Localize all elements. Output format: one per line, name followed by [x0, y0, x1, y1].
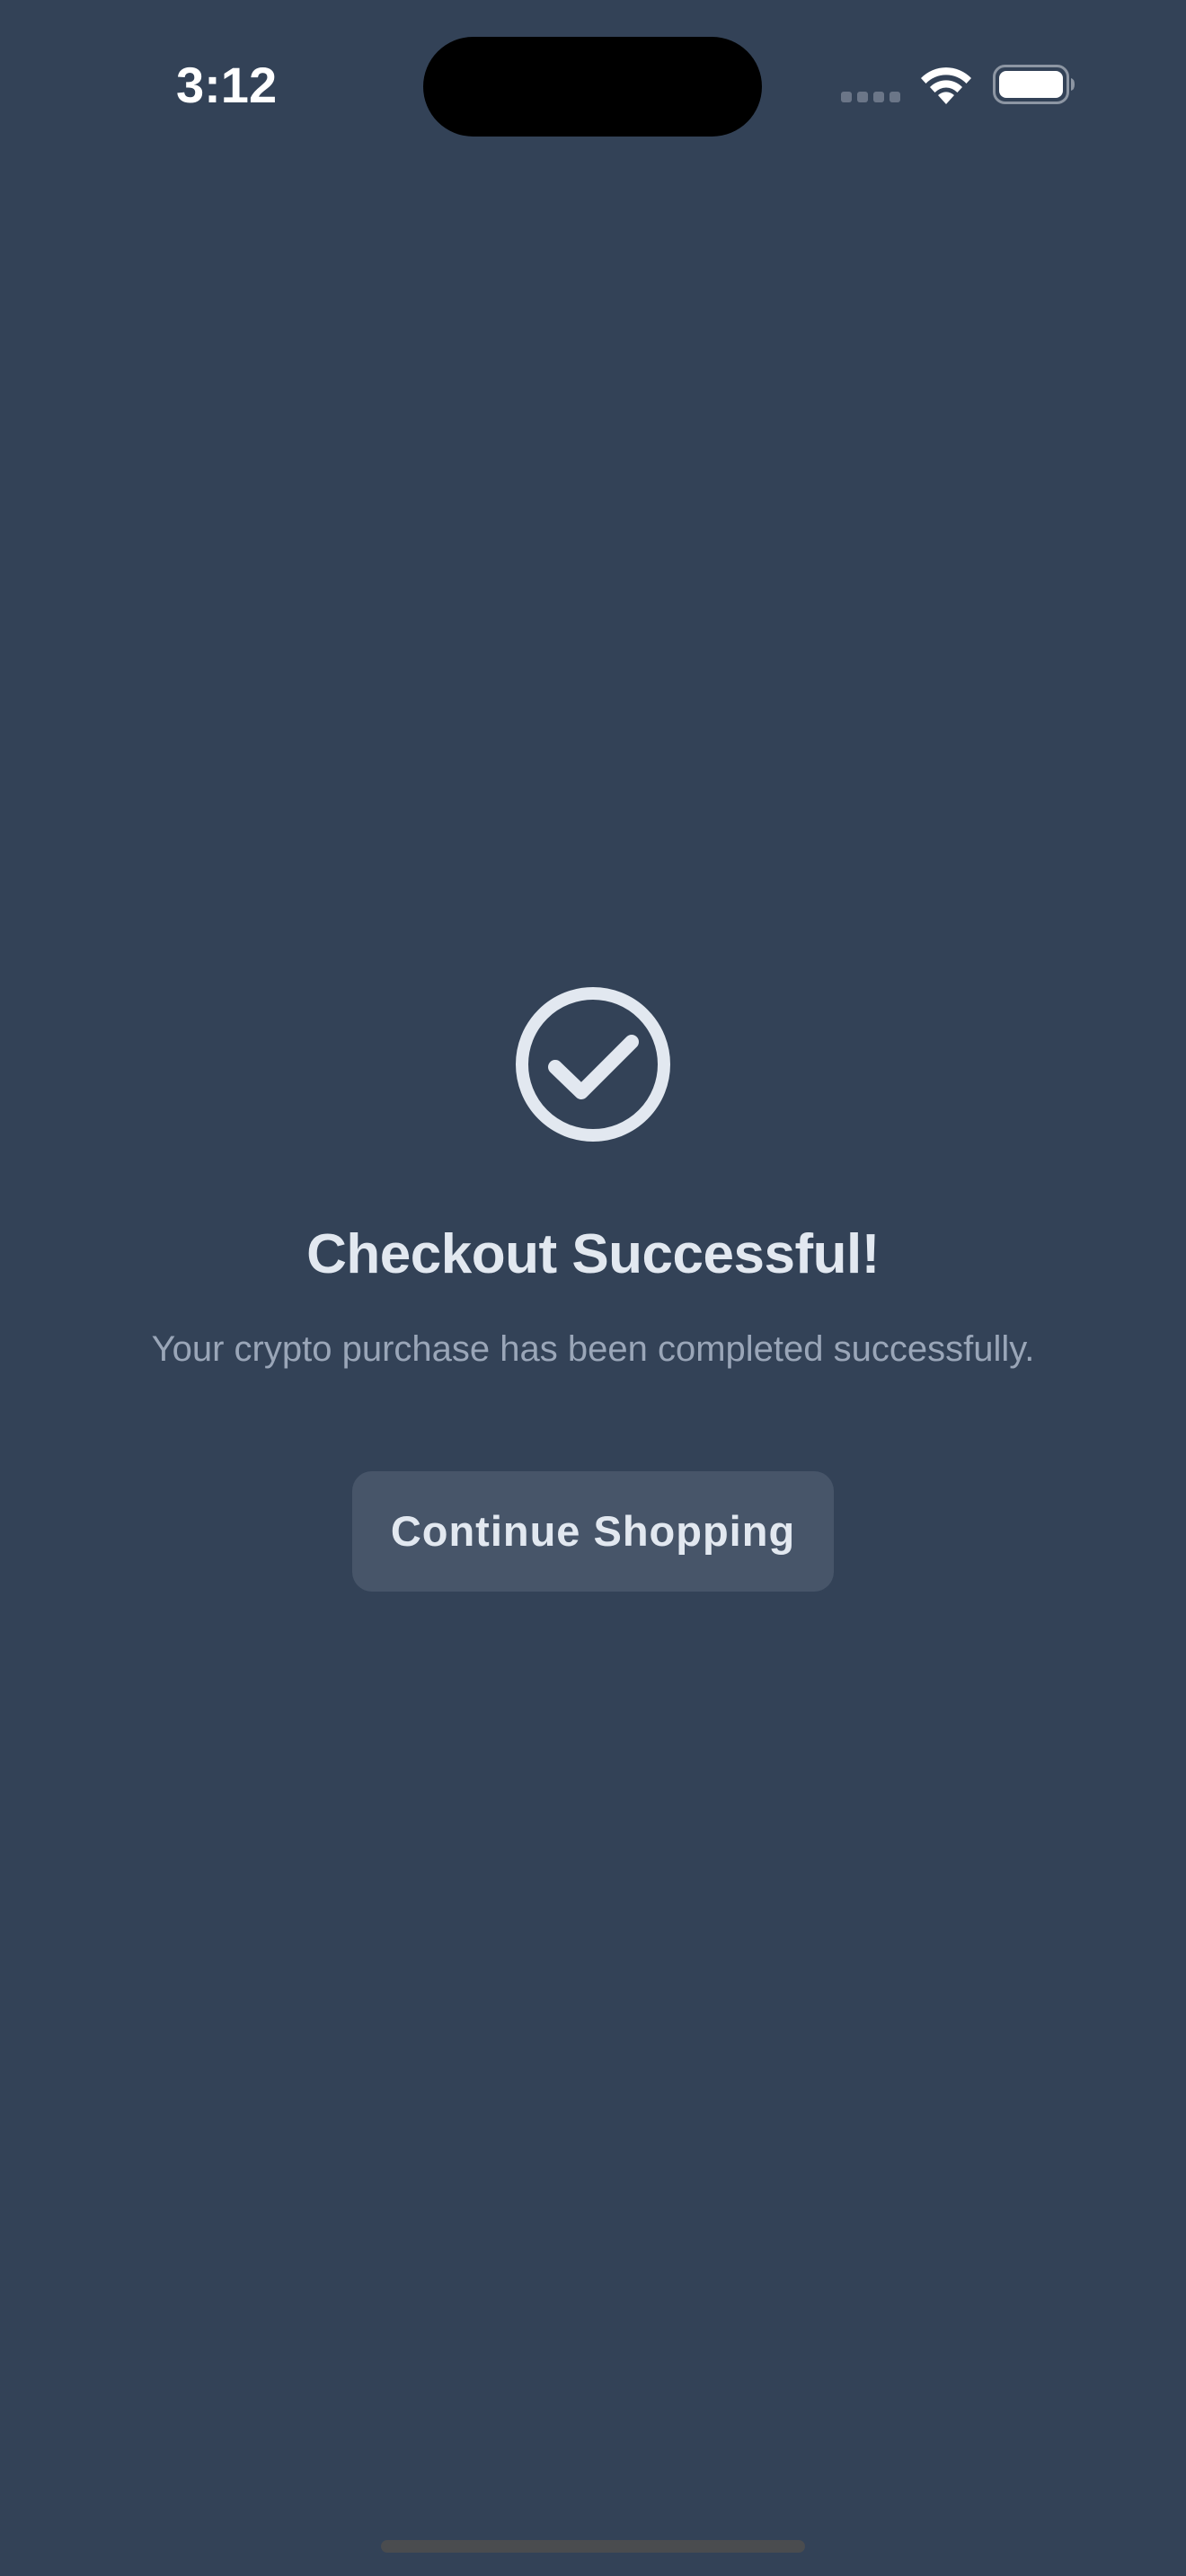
battery-icon [993, 65, 1075, 104]
home-indicator[interactable] [381, 2540, 805, 2553]
check-circle-icon [516, 987, 670, 1142]
success-subtitle: Your crypto purchase has been completed … [151, 1329, 1035, 1369]
continue-shopping-button[interactable]: Continue Shopping [352, 1471, 834, 1592]
cellular-signal-icon [841, 92, 900, 102]
checkout-success-screen: 3:12 Checkout Successful! Your crypto pu… [0, 0, 1186, 2576]
wifi-icon [921, 67, 971, 104]
success-title: Checkout Successful! [306, 1223, 880, 1285]
status-time: 3:12 [176, 57, 278, 113]
dynamic-island [423, 37, 762, 137]
